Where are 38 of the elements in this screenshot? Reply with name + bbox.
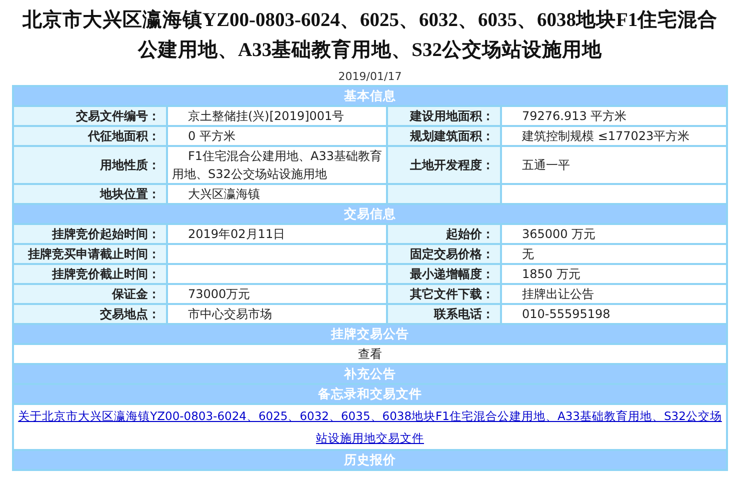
field-label: 挂牌竞价截止时间：	[13, 264, 167, 284]
section-header: 补充公告	[13, 364, 727, 384]
field-value: 建筑控制规模 ≤177023平方米	[501, 126, 727, 146]
field-label: 地块位置：	[13, 184, 167, 204]
field-value: 0 平方米	[167, 126, 387, 146]
field-value: 73000万元	[167, 284, 387, 304]
field-label: 用地性质：	[13, 146, 167, 184]
field-label: 起始价：	[387, 224, 501, 244]
field-label: 固定交易价格：	[387, 244, 501, 264]
section-header: 备忘录和交易文件	[13, 384, 727, 404]
field-value: 365000 万元	[501, 224, 727, 244]
field-value: F1住宅混合公建用地、A33基础教育用地、S32公交场站设施用地	[167, 146, 387, 184]
document-link[interactable]: 关于北京市大兴区瀛海镇YZ00-0803-6024、6025、6032、6035、6038地块F1住宅混合公建用地、A33基础教育用地、S32公交场站设施用地交易文件	[14, 405, 726, 449]
publish-date: 2019/01/17	[337, 70, 403, 83]
field-label: 土地开发程度：	[387, 146, 501, 184]
field-label: 交易地点：	[13, 304, 167, 324]
field-value: 无	[501, 244, 727, 264]
field-label: 联系电话：	[387, 304, 501, 324]
field-value: 79276.913 平方米	[501, 106, 727, 126]
field-label: 交易文件编号：	[13, 106, 167, 126]
section-header: 基本信息	[13, 86, 727, 106]
field-value: 京土整储挂(兴)[2019]001号	[167, 106, 387, 126]
section-header: 历史报价	[13, 450, 727, 470]
field-label: 其它文件下载：	[387, 284, 501, 304]
field-label: 规划建筑面积：	[387, 126, 501, 146]
field-label: 建设用地面积：	[387, 106, 501, 126]
field-label: 保证金：	[13, 284, 167, 304]
field-value: 挂牌出让公告	[501, 284, 727, 304]
field-value: 2019年02月11日	[167, 224, 387, 244]
page-title: 北京市大兴区瀛海镇YZ00-0803-6024、6025、6032、6035、6038地块F1住宅混合公建用地、A33基础教育用地、S32公交场站设施用地	[21, 8, 719, 63]
field-label: 挂牌竞价起始时间：	[13, 224, 167, 244]
field-label: 代征地面积：	[13, 126, 167, 146]
field-value: 1850 万元	[501, 264, 727, 284]
field-label: 挂牌竞买申请截止时间：	[13, 244, 167, 264]
field-value: 五通一平	[501, 146, 727, 184]
section-header: 交易信息	[13, 204, 727, 224]
section-header: 挂牌交易公告	[13, 324, 727, 344]
field-label: 最小递增幅度：	[387, 264, 501, 284]
